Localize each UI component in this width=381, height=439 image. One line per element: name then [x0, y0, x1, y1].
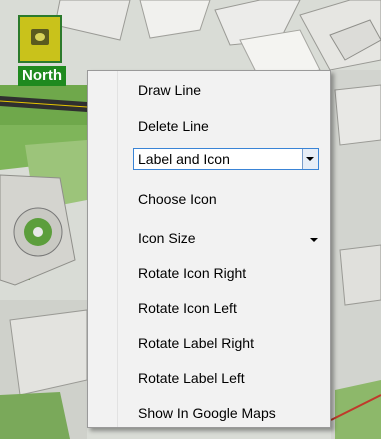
- display-mode-dropdown-button[interactable]: [302, 149, 318, 169]
- chevron-down-icon: [306, 157, 314, 161]
- chevron-down-icon[interactable]: [310, 238, 318, 242]
- menu-item-rotate-icon-left[interactable]: Rotate Icon Left: [138, 297, 237, 319]
- menu-gutter: [88, 71, 118, 427]
- menu-item-rotate-label-right[interactable]: Rotate Label Right: [138, 332, 254, 354]
- pin-badge-icon: [31, 29, 49, 45]
- display-mode-value: Label and Icon: [138, 151, 230, 167]
- menu-item-show-in-google-maps[interactable]: Show In Google Maps: [138, 402, 276, 424]
- menu-item-rotate-icon-right[interactable]: Rotate Icon Right: [138, 262, 246, 284]
- menu-item-choose-icon[interactable]: Choose Icon: [138, 188, 217, 210]
- map-pin-icon[interactable]: [18, 15, 62, 63]
- menu-item-draw-line[interactable]: Draw Line: [138, 79, 201, 101]
- context-menu: Draw Line Delete Line Label and Icon Cho…: [87, 70, 331, 428]
- menu-item-delete-line[interactable]: Delete Line: [138, 115, 209, 137]
- map-pin-label[interactable]: North: [18, 66, 66, 86]
- display-mode-combobox[interactable]: Label and Icon: [133, 148, 319, 170]
- menu-item-icon-size[interactable]: Icon Size: [138, 227, 196, 249]
- menu-item-rotate-label-left[interactable]: Rotate Label Left: [138, 367, 245, 389]
